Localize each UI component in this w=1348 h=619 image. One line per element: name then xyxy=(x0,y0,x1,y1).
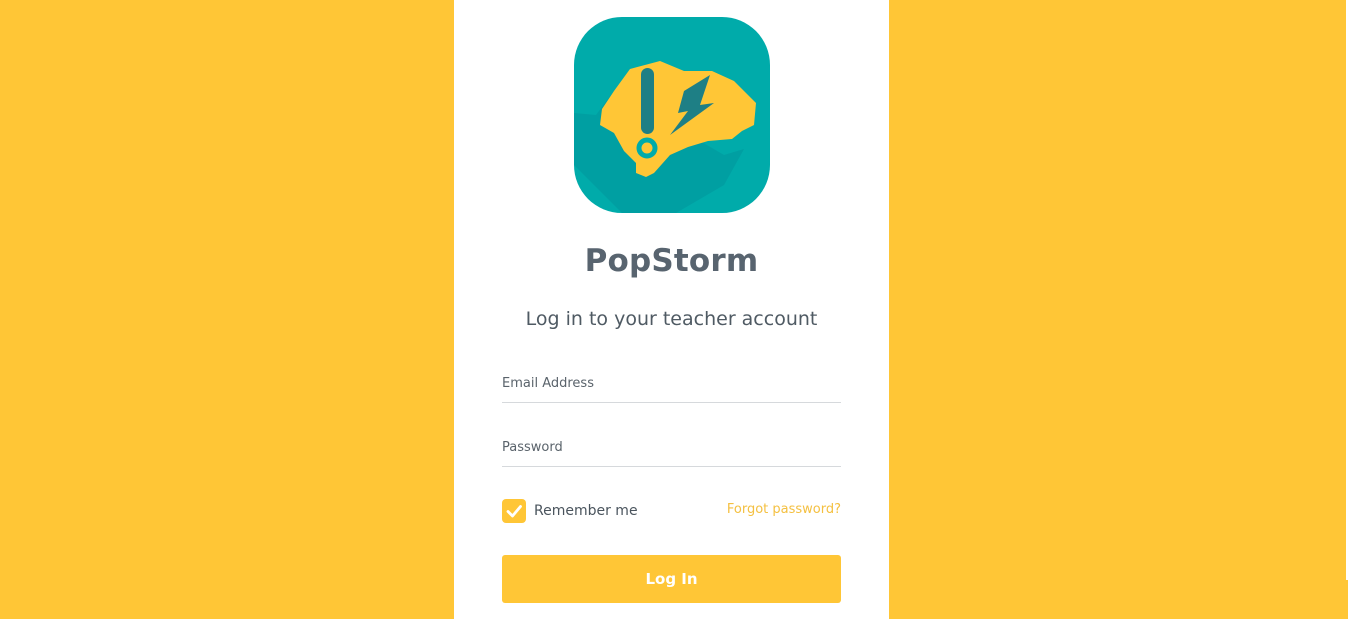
login-page: PopStorm Log in to your teacher account … xyxy=(0,0,1348,619)
forgot-password-link[interactable]: Forgot password? xyxy=(727,502,841,517)
checkmark-icon xyxy=(506,505,522,518)
remember-me-label[interactable]: Remember me xyxy=(534,503,638,519)
remember-me-checkbox[interactable] xyxy=(502,499,526,523)
brain-lightning-icon xyxy=(574,17,770,213)
login-button[interactable]: Log In xyxy=(502,555,841,603)
login-title: Log in to your teacher account xyxy=(525,308,818,330)
email-field[interactable] xyxy=(502,364,841,403)
app-name: PopStorm xyxy=(584,243,759,279)
login-card: PopStorm Log in to your teacher account … xyxy=(454,0,889,619)
password-field[interactable] xyxy=(502,428,841,467)
